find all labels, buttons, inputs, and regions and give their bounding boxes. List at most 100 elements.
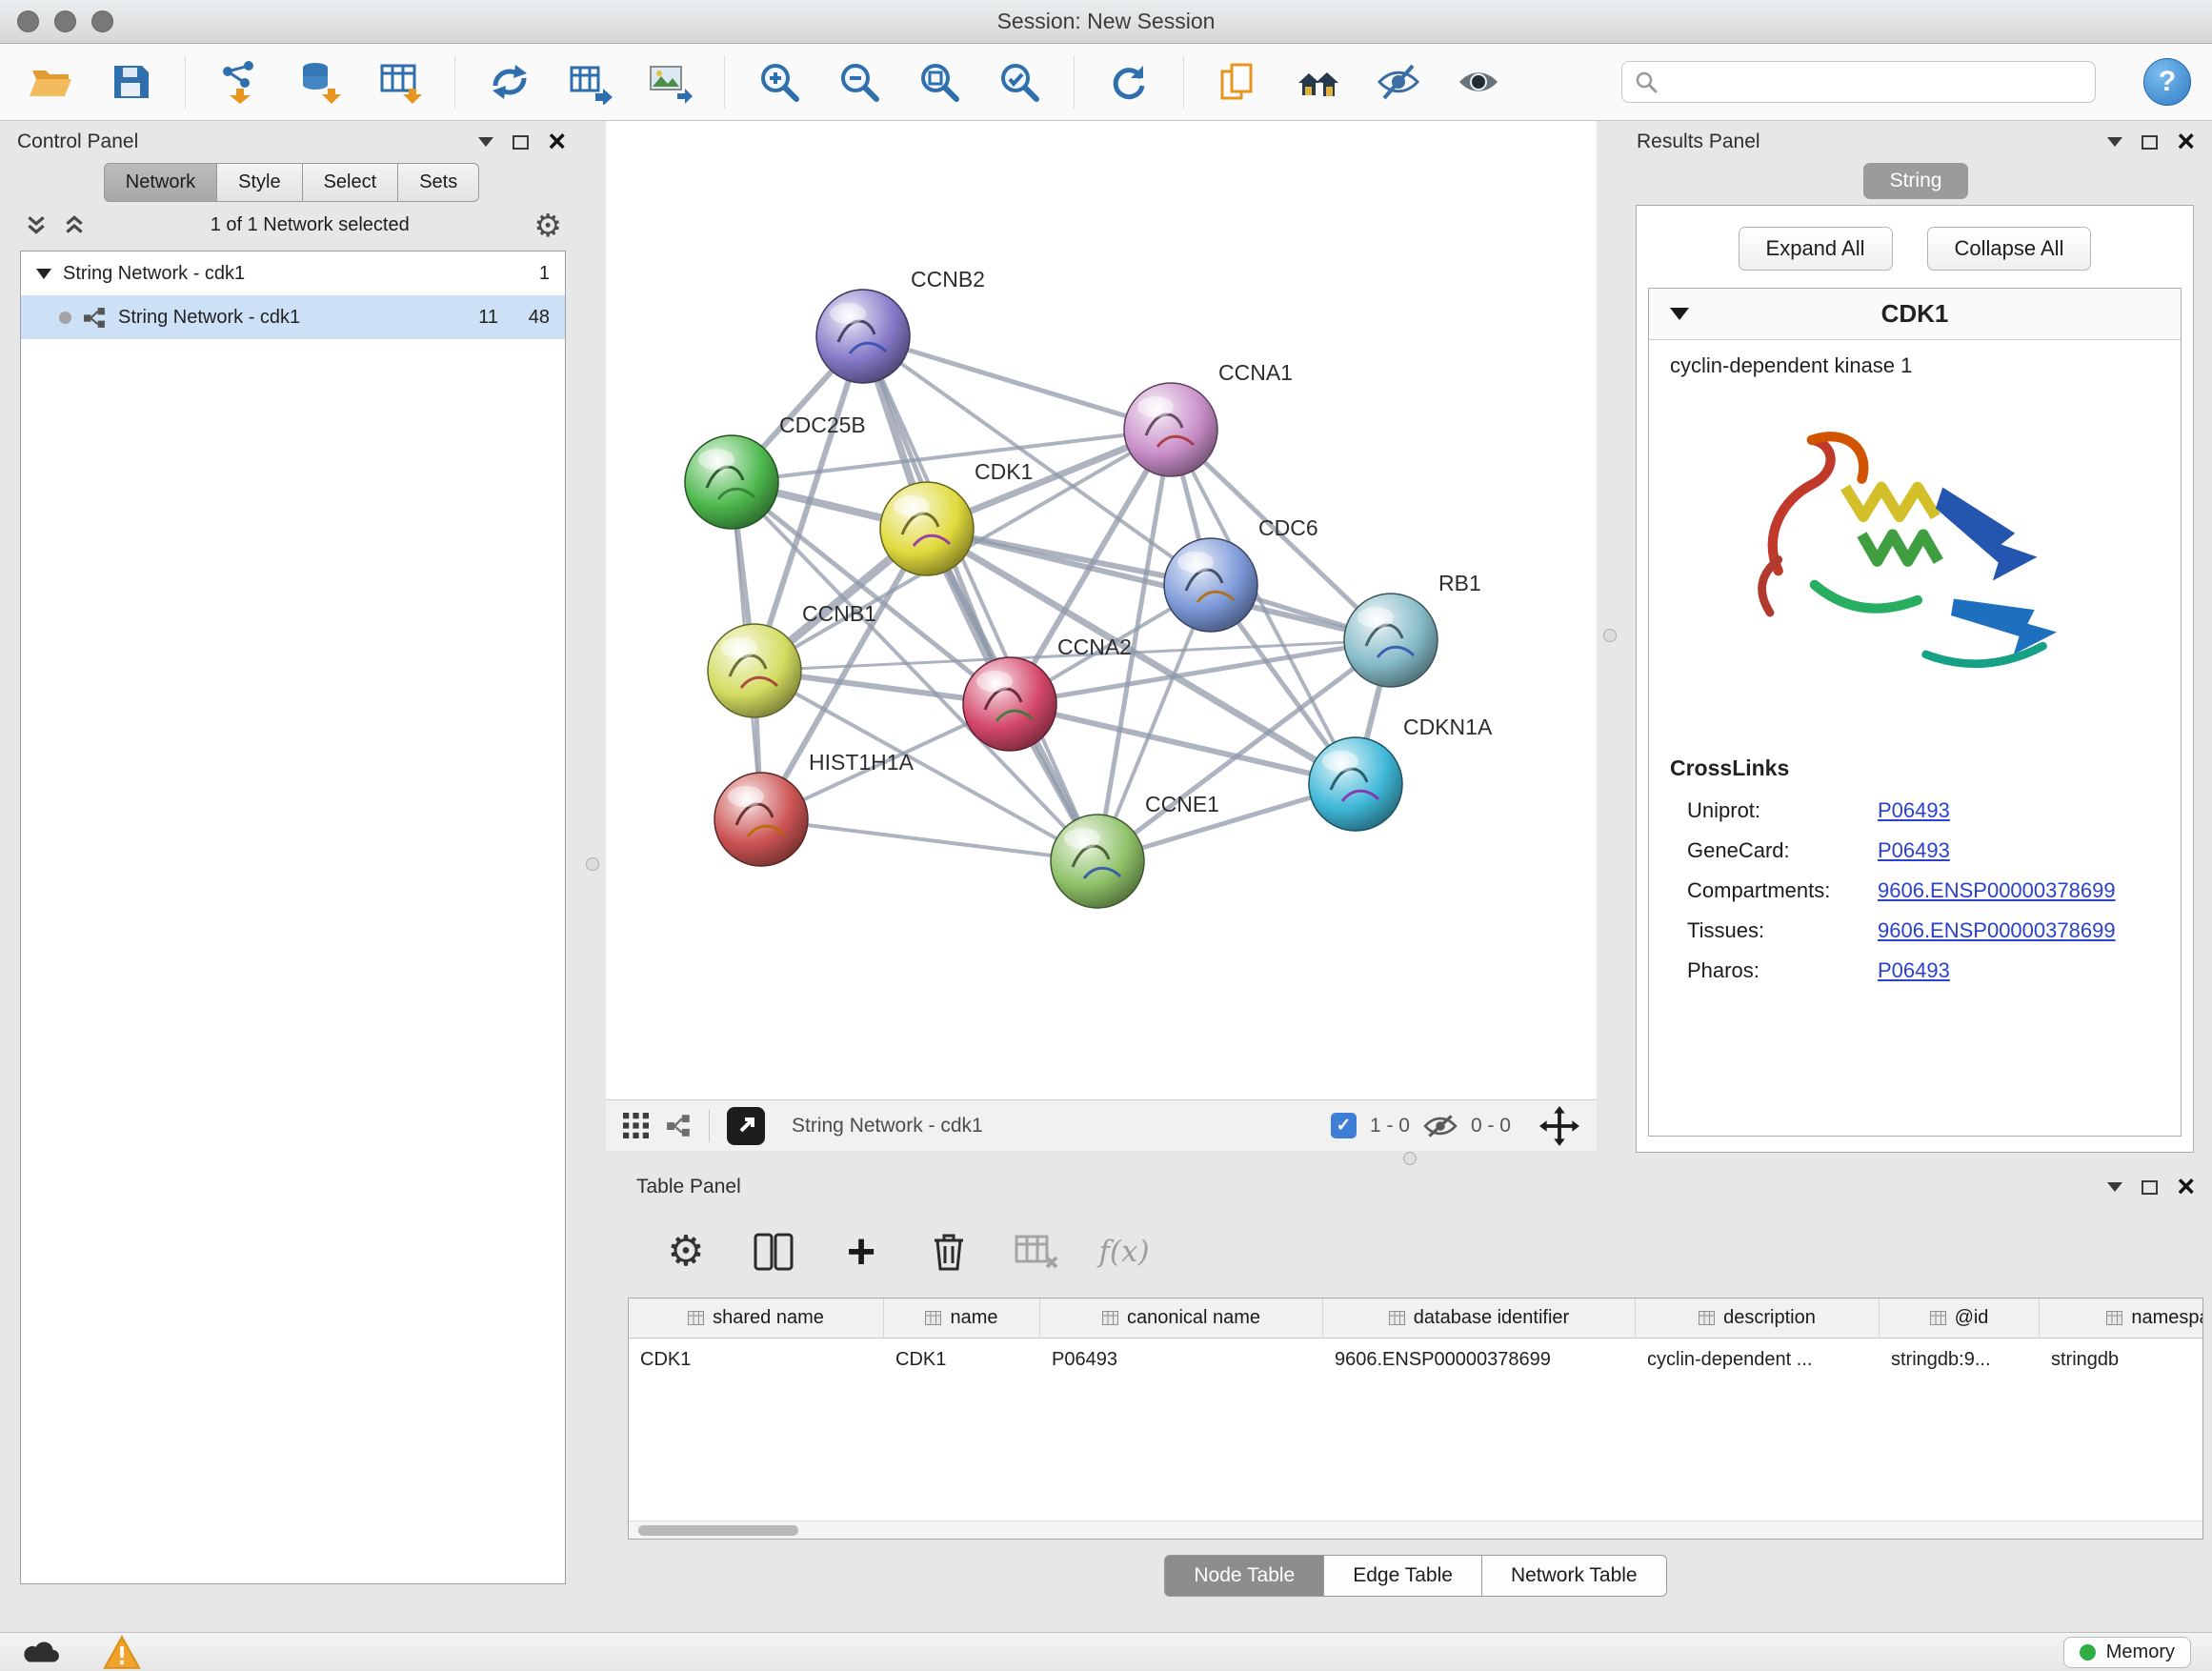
expand-all-button[interactable]: Expand All — [1739, 227, 1893, 271]
add-column-button[interactable]: + — [836, 1227, 886, 1277]
cloud-icon[interactable] — [21, 1638, 61, 1666]
network-collection-row[interactable]: String Network - cdk1 1 — [21, 252, 565, 295]
window-minimize-button[interactable] — [54, 10, 76, 32]
expand-all-icon[interactable] — [63, 214, 86, 237]
right-splitter-handle[interactable] — [1603, 629, 1617, 642]
collapse-all-button[interactable]: Collapse All — [1927, 227, 2092, 271]
network-row[interactable]: String Network - cdk1 11 48 — [21, 295, 565, 339]
column-header-shared-name[interactable]: shared name — [629, 1299, 884, 1338]
panel-menu-icon[interactable] — [478, 137, 493, 147]
network-view[interactable]: CCNB2CCNA1CDC25BCDK1CDC6RB1CCNB1CCNA2CDK… — [606, 121, 1597, 1151]
network-node-CDC6[interactable]: CDC6 — [1164, 515, 1318, 632]
crosslink-link[interactable]: P06493 — [1878, 838, 1950, 863]
table-cell[interactable]: stringdb:9... — [1880, 1339, 2040, 1380]
network-node-CDK1[interactable]: CDK1 — [880, 459, 1033, 575]
edge-CCNB2-CCNA1[interactable] — [863, 336, 1171, 430]
collapse-entry-icon[interactable] — [1670, 308, 1689, 320]
warning-icon[interactable] — [103, 1635, 141, 1670]
memory-button[interactable]: Memory — [2063, 1637, 2191, 1668]
help-button[interactable]: ? — [2143, 58, 2191, 106]
panel-menu-icon[interactable] — [2107, 137, 2122, 147]
float-panel-icon[interactable] — [2142, 135, 2158, 150]
table-row[interactable]: CDK1CDK1P064939606.ENSP00000378699cyclin… — [629, 1339, 2202, 1380]
network-node-CCNA1[interactable]: CCNA1 — [1124, 360, 1293, 476]
export-table-button[interactable] — [560, 52, 619, 111]
function-builder-button[interactable]: f(x) — [1099, 1227, 1149, 1277]
delete-column-button[interactable] — [924, 1227, 974, 1277]
grid-view-icon[interactable] — [623, 1113, 649, 1138]
open-in-new-window-icon[interactable] — [727, 1107, 765, 1145]
open-session-button[interactable] — [21, 52, 80, 111]
export-image-button[interactable] — [640, 52, 699, 111]
network-view-icon[interactable] — [666, 1113, 692, 1138]
zoom-selected-button[interactable] — [990, 52, 1049, 111]
show-columns-button[interactable] — [749, 1227, 798, 1277]
crosslink-link[interactable]: 9606.ENSP00000378699 — [1878, 878, 2116, 903]
pan-move-icon[interactable] — [1539, 1106, 1579, 1146]
tab-style[interactable]: Style — [217, 163, 302, 202]
scrollbar-thumb[interactable] — [638, 1525, 798, 1536]
import-table-button[interactable] — [371, 52, 430, 111]
search-field[interactable] — [1621, 61, 2096, 103]
network-node-RB1[interactable]: RB1 — [1344, 571, 1481, 687]
home-button[interactable] — [1289, 52, 1348, 111]
column-header--id[interactable]: @id — [1880, 1299, 2040, 1338]
tab-sets[interactable]: Sets — [398, 163, 479, 202]
column-header-namespac[interactable]: namespac — [2040, 1299, 2203, 1338]
delete-table-button[interactable] — [1012, 1227, 1061, 1277]
show-panel-button[interactable] — [1449, 52, 1508, 111]
float-panel-icon[interactable] — [513, 135, 529, 150]
window-close-button[interactable] — [17, 10, 39, 32]
horizontal-scrollbar[interactable] — [629, 1520, 2202, 1539]
crosslink-link[interactable]: P06493 — [1878, 958, 1950, 983]
tree-expand-icon[interactable] — [36, 269, 51, 279]
zoom-out-button[interactable] — [830, 52, 889, 111]
table-cell[interactable]: CDK1 — [884, 1339, 1040, 1380]
network-node-HIST1H1A[interactable]: HIST1H1A — [714, 750, 915, 866]
import-network-database-button[interactable] — [291, 52, 350, 111]
table-cell[interactable]: CDK1 — [629, 1339, 884, 1380]
table-cell[interactable]: cyclin-dependent ... — [1636, 1339, 1880, 1380]
tab-edge-table[interactable]: Edge Table — [1324, 1555, 1482, 1597]
left-splitter-handle[interactable] — [586, 857, 599, 871]
tab-node-table[interactable]: Node Table — [1164, 1555, 1324, 1597]
selected-checkbox-icon[interactable]: ✓ — [1331, 1113, 1357, 1138]
column-header-database-identifier[interactable]: database identifier — [1323, 1299, 1636, 1338]
network-options-gear-icon[interactable]: ⚙ — [533, 210, 562, 241]
tab-select[interactable]: Select — [303, 163, 399, 202]
column-header-description[interactable]: description — [1636, 1299, 1880, 1338]
window-zoom-button[interactable] — [91, 10, 113, 32]
edge-CDK1-RB1[interactable] — [927, 529, 1391, 640]
collapse-all-icon[interactable] — [25, 214, 48, 237]
network-from-selection-button[interactable] — [480, 52, 539, 111]
panel-menu-icon[interactable] — [2107, 1182, 2122, 1192]
network-graph[interactable]: CCNB2CCNA1CDC25BCDK1CDC6RB1CCNB1CCNA2CDK… — [606, 121, 1597, 1099]
tab-network[interactable]: Network — [104, 163, 217, 202]
float-panel-icon[interactable] — [2142, 1180, 2158, 1195]
hide-panel-button[interactable] — [1369, 52, 1428, 111]
results-tab-string[interactable]: String — [1863, 163, 1969, 199]
close-panel-icon[interactable]: × — [548, 130, 566, 154]
tab-network-table[interactable]: Network Table — [1482, 1555, 1667, 1597]
gene-entry-header[interactable]: CDK1 — [1649, 289, 2181, 340]
table-settings-gear-icon[interactable]: ⚙ — [661, 1227, 711, 1277]
import-network-file-button[interactable] — [211, 52, 270, 111]
bottom-splitter-handle[interactable] — [1403, 1152, 1417, 1165]
column-header-name[interactable]: name — [884, 1299, 1040, 1338]
table-cell[interactable]: stringdb — [2040, 1339, 2203, 1380]
zoom-fit-button[interactable] — [910, 52, 969, 111]
hidden-eye-icon[interactable] — [1423, 1114, 1458, 1138]
network-node-CDKN1A[interactable]: CDKN1A — [1309, 715, 1493, 831]
crosslink-link[interactable]: 9606.ENSP00000378699 — [1878, 918, 2116, 943]
crosslink-link[interactable]: P06493 — [1878, 798, 1950, 823]
save-session-button[interactable] — [101, 52, 160, 111]
duplicate-document-button[interactable] — [1209, 52, 1268, 111]
column-header-canonical-name[interactable]: canonical name — [1040, 1299, 1323, 1338]
table-cell[interactable]: 9606.ENSP00000378699 — [1323, 1339, 1636, 1380]
close-panel-icon[interactable]: × — [2177, 1175, 2195, 1199]
refresh-button[interactable] — [1099, 52, 1158, 111]
edge-HIST1H1A-CCNE1[interactable] — [761, 819, 1097, 861]
edge-CCNB2-CCNE1[interactable] — [863, 336, 1097, 861]
zoom-in-button[interactable] — [750, 52, 809, 111]
search-input[interactable] — [1666, 71, 2083, 93]
